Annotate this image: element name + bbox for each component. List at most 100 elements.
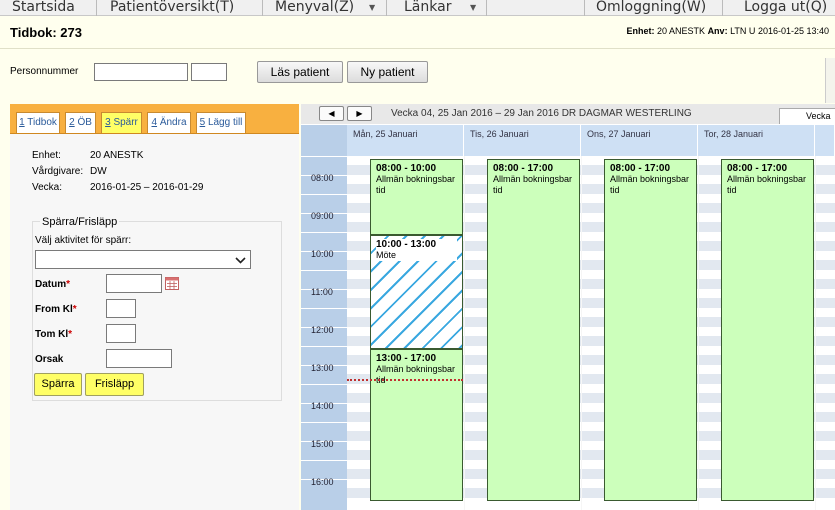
date-label: Datum* xyxy=(35,279,70,290)
reason-input[interactable] xyxy=(106,349,172,368)
hour-label: 11:00 xyxy=(311,287,333,297)
bookable-event[interactable]: 08:00 - 10:00 Allmän bokningsbar tid xyxy=(370,159,463,235)
event-time: 08:00 - 17:00 xyxy=(610,163,671,174)
tab-ob[interactable]: 2 ÖB xyxy=(65,112,96,133)
slot-line xyxy=(301,232,347,233)
menu-omloggning[interactable]: Omloggning(W) xyxy=(592,0,710,16)
week-title: Vecka 04, 25 Jan 2016 – 29 Jan 2016 DR D… xyxy=(391,108,692,119)
release-button[interactable]: Frisläpp xyxy=(85,373,144,396)
activity-label: Välj aktivitet för spärr: xyxy=(35,235,132,246)
menu-startsida[interactable]: Startsida xyxy=(8,0,79,16)
menu-menyval[interactable]: Menyval(Z) xyxy=(271,0,358,16)
prev-week-button[interactable]: ◀ xyxy=(319,106,344,121)
menu-separator xyxy=(96,0,97,16)
tab-vecka[interactable]: Vecka xyxy=(779,108,835,124)
day-header: Ons, 27 Januari xyxy=(581,125,698,156)
vertical-scrollbar[interactable] xyxy=(825,58,835,103)
slot-line xyxy=(301,422,347,423)
personnummer-label: Personnummer xyxy=(10,66,79,77)
user-value: LTN U xyxy=(730,26,756,36)
event-description: Allmän bokningsbar tid xyxy=(493,174,573,195)
date-input[interactable] xyxy=(106,274,162,293)
event-description: Allmän bokningsbar tid xyxy=(376,174,456,195)
tab-label: Spärr xyxy=(113,117,138,128)
from-label: From Kl* xyxy=(35,304,77,315)
tab-number: 3 xyxy=(105,117,111,128)
slot-line xyxy=(301,346,347,347)
tab-bar: 1 Tidbok 2 ÖB 3 Spärr 4 Ändra 5 Lägg til… xyxy=(10,104,299,134)
activity-select[interactable] xyxy=(35,250,251,269)
tab-label: Ändra xyxy=(159,117,187,128)
personnummer-suffix-input[interactable] xyxy=(191,63,227,81)
info-caregiver: Vårdgivare: DW xyxy=(32,166,107,177)
datetime: 2016-01-25 13:40 xyxy=(757,26,829,36)
day-header: Tor, 28 Januari xyxy=(698,125,815,156)
required-mark: * xyxy=(66,279,71,290)
info-label: Enhet: xyxy=(32,150,61,161)
bookable-event[interactable]: 08:00 - 17:00 Allmän bokningsbar tid xyxy=(721,159,814,501)
menu-separator xyxy=(722,0,723,16)
blocked-event[interactable]: 10:00 - 13:00 Möte xyxy=(370,235,463,349)
event-time: 10:00 - 13:00 xyxy=(376,239,457,250)
tab-lagg-till[interactable]: 5 Lägg till xyxy=(196,112,246,133)
current-time-line xyxy=(347,379,463,381)
column-separator xyxy=(698,156,699,510)
tab-andra[interactable]: 4 Ändra xyxy=(147,112,191,133)
tab-number: 1 xyxy=(19,117,25,128)
menu-separator xyxy=(486,0,487,16)
required-mark: * xyxy=(72,304,77,315)
arrow-left-icon: ◀ xyxy=(328,109,335,118)
unit-label: Enhet: xyxy=(626,26,655,36)
slot-line xyxy=(301,308,347,309)
slot-line xyxy=(301,460,347,461)
to-label: Tom Kl* xyxy=(35,329,72,340)
bookable-event[interactable]: 13:00 - 17:00 Allmän bokningsbar tid xyxy=(370,349,463,501)
info-week: Vecka: 2016-01-25 – 2016-01-29 xyxy=(32,182,203,193)
column-separator xyxy=(464,156,465,510)
day-header xyxy=(815,125,835,156)
next-week-button[interactable]: ▶ xyxy=(347,106,372,121)
event-description: Möte xyxy=(376,250,457,261)
tab-number: 5 xyxy=(199,117,206,128)
from-time-input[interactable] xyxy=(106,299,136,318)
block-button[interactable]: Spärra xyxy=(34,373,82,396)
bookable-event[interactable]: 08:00 - 17:00 Allmän bokningsbar tid xyxy=(487,159,580,501)
chevron-down-icon[interactable]: ▼ xyxy=(470,0,476,16)
menu-lankar[interactable]: Länkar xyxy=(400,0,455,16)
unit-user-info: Enhet: 20 ANESTK Anv: LTN U 2016-01-25 1… xyxy=(627,26,830,36)
personnummer-input[interactable] xyxy=(94,63,188,81)
menu-patientoversikt[interactable]: Patientöversikt(T) xyxy=(106,0,238,16)
button-label: Frisläpp xyxy=(94,378,135,390)
menu-separator xyxy=(584,0,585,16)
top-menubar: Startsida Patientöversikt(T) Menyval(Z) … xyxy=(0,0,835,16)
tab-number: 4 xyxy=(151,117,158,128)
info-label: Vecka: xyxy=(32,182,63,193)
chevron-down-icon xyxy=(235,257,246,264)
menu-logga-ut[interactable]: Logga ut(Q) xyxy=(740,0,831,16)
day-header: Tis, 26 Januari xyxy=(464,125,581,156)
bookable-event[interactable]: 08:00 - 17:00 Allmän bokningsbar tid xyxy=(604,159,697,501)
button-label: Spärra xyxy=(41,378,75,390)
calendar-icon[interactable] xyxy=(165,277,179,290)
calendar: ◀ ▶ Vecka 04, 25 Jan 2016 – 29 Jan 2016 … xyxy=(301,104,835,510)
tab-tidbok[interactable]: 1 Tidbok xyxy=(16,112,60,133)
event-time: 13:00 - 17:00 xyxy=(376,353,437,364)
chevron-down-icon[interactable]: ▼ xyxy=(369,0,375,16)
to-time-input[interactable] xyxy=(106,324,136,343)
column-separator xyxy=(815,156,816,510)
info-unit: Enhet: 20 ANESTK xyxy=(32,150,143,161)
reason-label: Orsak xyxy=(35,354,64,365)
unit-value: 20 ANESTK xyxy=(657,26,706,36)
calendar-header: ◀ ▶ Vecka 04, 25 Jan 2016 – 29 Jan 2016 … xyxy=(301,104,835,124)
slot-line xyxy=(301,194,347,195)
read-patient-button[interactable]: Läs patient xyxy=(257,61,343,83)
hour-label: 12:00 xyxy=(311,325,334,335)
info-value: 20 ANESTK xyxy=(90,150,144,161)
arrow-right-icon: ▶ xyxy=(356,109,363,118)
title-bar: Tidbok: 273 Enhet: 20 ANESTK Anv: LTN U … xyxy=(0,17,835,49)
left-panel: 1 Tidbok 2 ÖB 3 Spärr 4 Ändra 5 Lägg til… xyxy=(10,104,299,510)
new-patient-button[interactable]: Ny patient xyxy=(347,61,428,83)
hour-label: 14:00 xyxy=(311,401,334,411)
slot-line xyxy=(301,270,347,271)
tab-sparr[interactable]: 3 Spärr xyxy=(101,112,142,133)
